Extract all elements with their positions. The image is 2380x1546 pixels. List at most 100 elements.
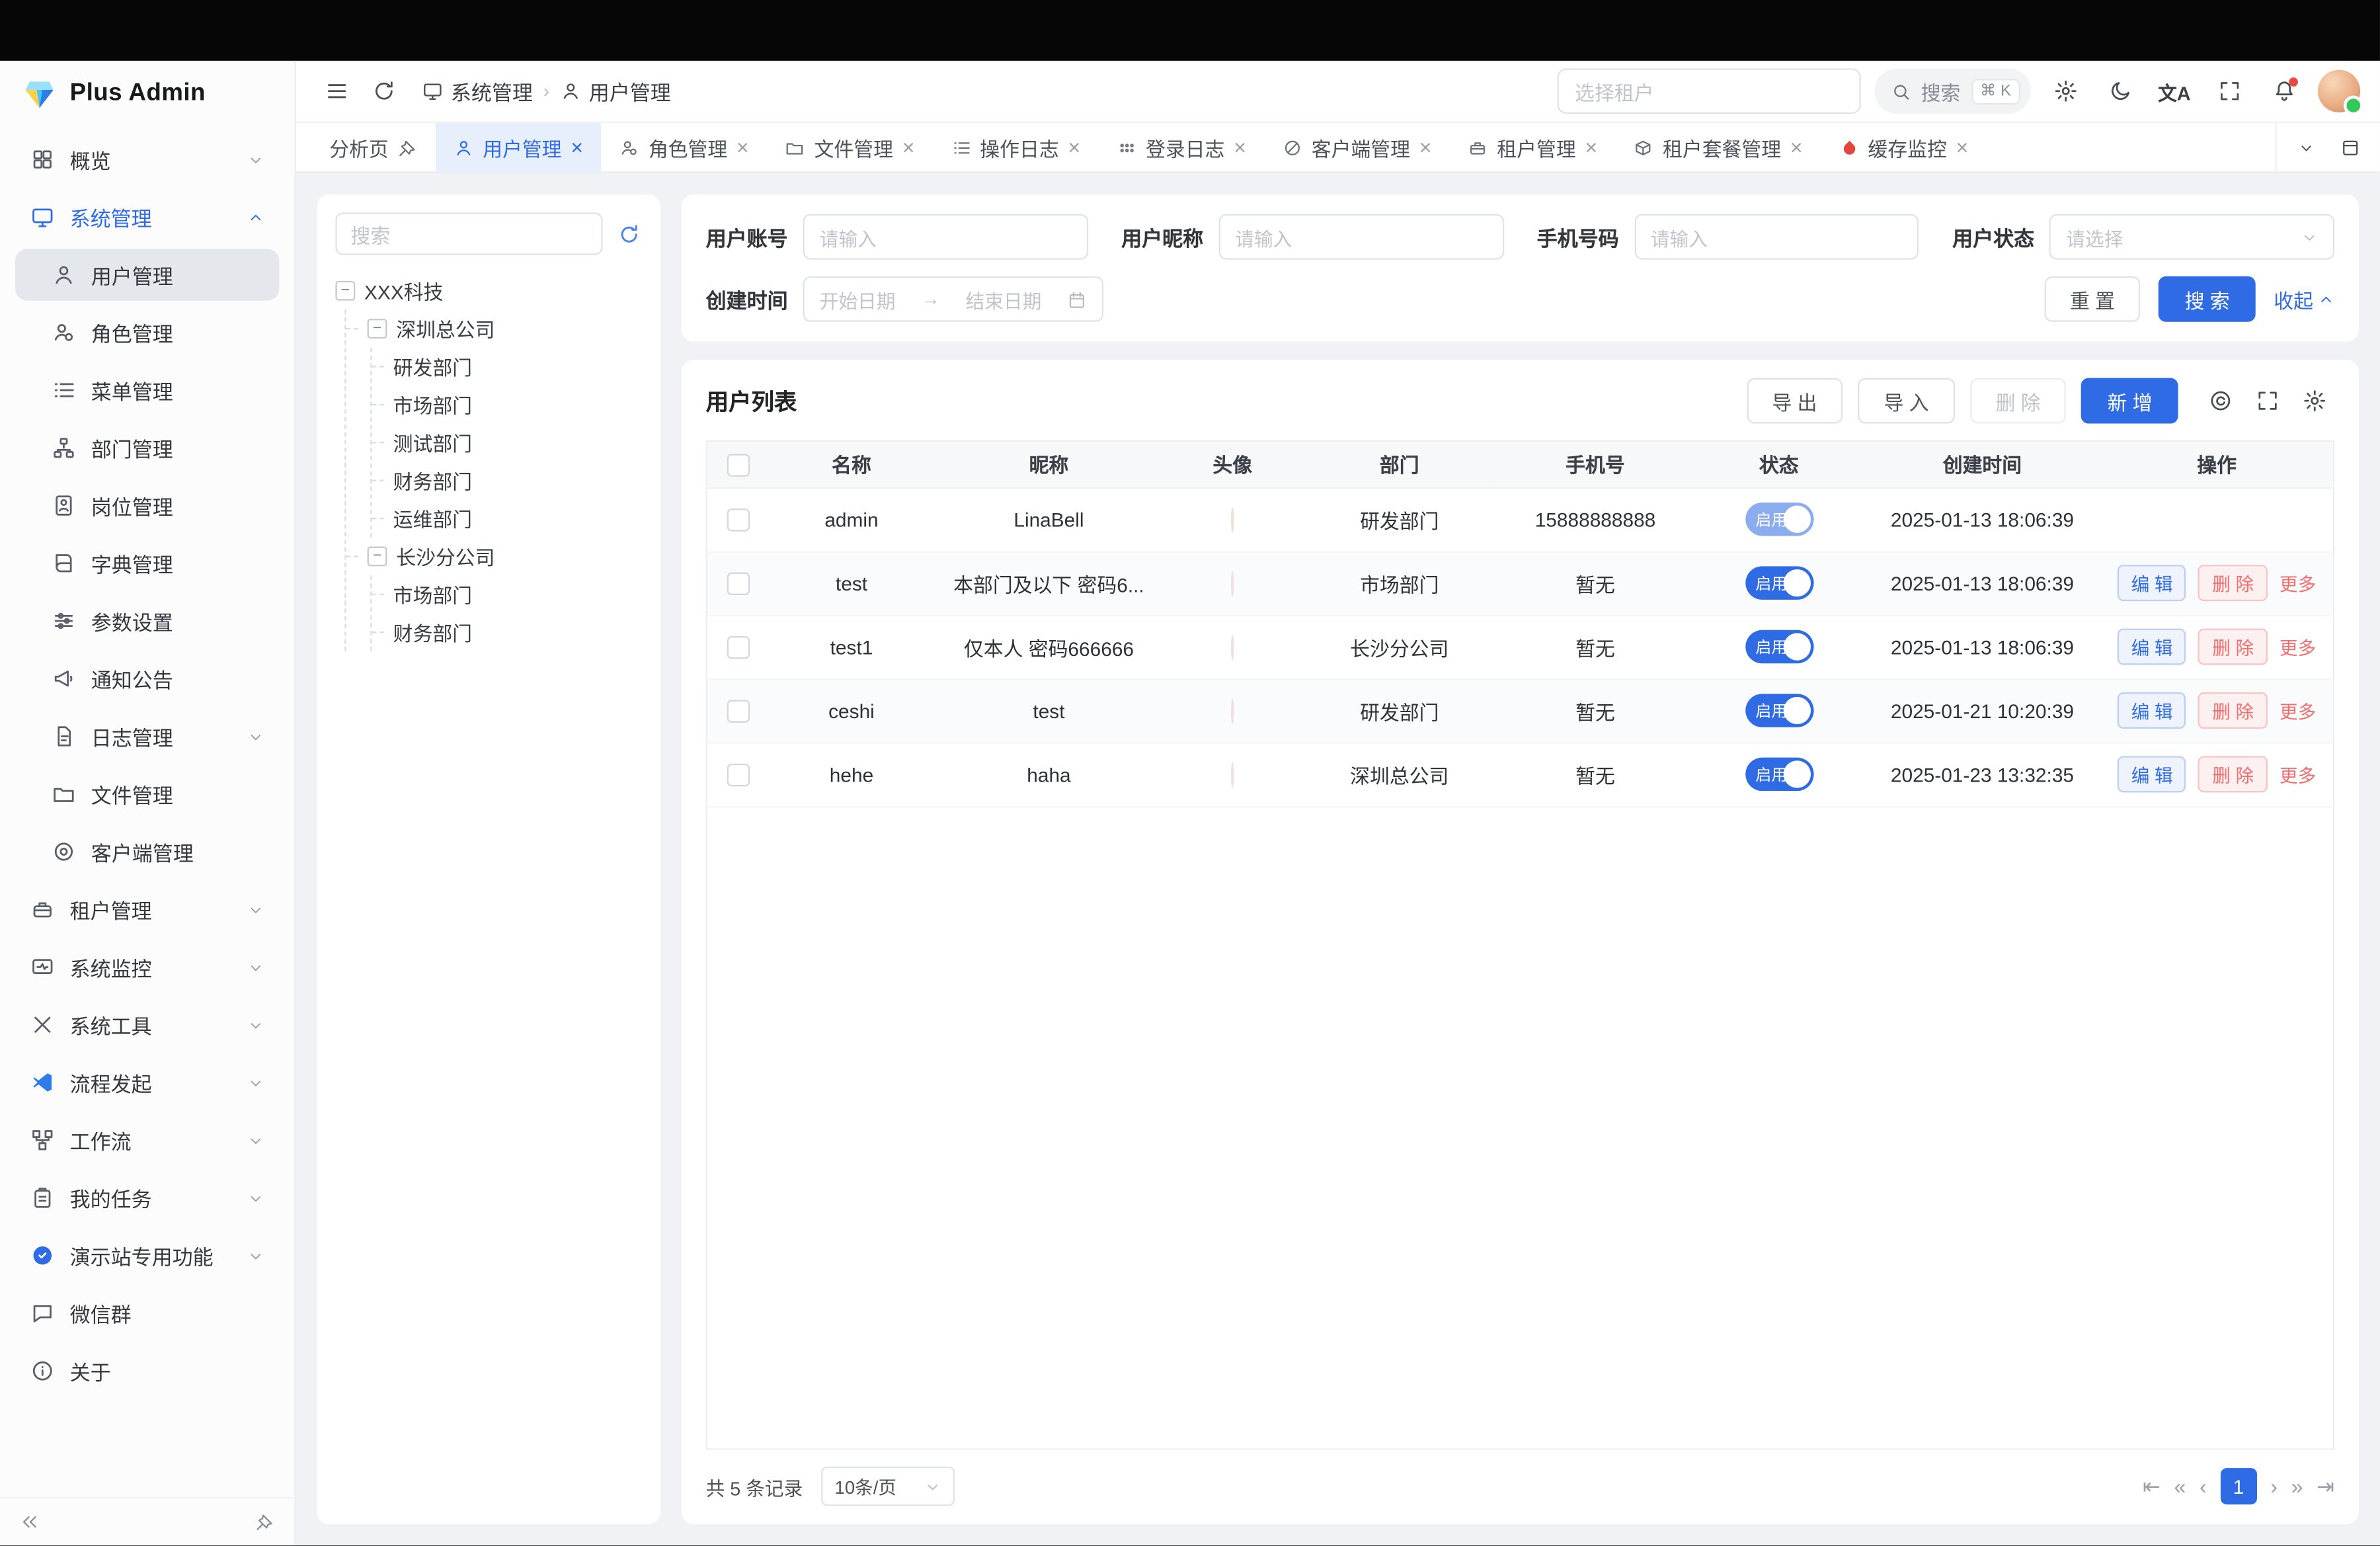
delete-row-button[interactable]: 删 除	[2199, 756, 2268, 792]
tab-tenants[interactable]: 租户管理 ×	[1450, 123, 1616, 171]
close-tab-icon[interactable]: ×	[736, 137, 749, 158]
nickname-input[interactable]: 请输入	[1218, 214, 1503, 260]
delete-row-button[interactable]: 删 除	[2199, 692, 2268, 729]
delete-button[interactable]: 删 除	[1970, 378, 2067, 424]
sidebar-item-posts[interactable]: 岗位管理	[15, 480, 279, 532]
row-checkbox[interactable]	[727, 764, 749, 786]
table-refresh-icon[interactable]	[2200, 380, 2241, 421]
close-tab-icon[interactable]: ×	[1585, 137, 1597, 158]
tab-tenant-packages[interactable]: 租户套餐管理 ×	[1616, 123, 1821, 171]
pin-sidebar-icon[interactable]	[255, 1512, 275, 1532]
status-toggle[interactable]: 启用	[1745, 503, 1813, 536]
breadcrumb-item-system[interactable]: 系统管理	[422, 76, 533, 106]
sidebar-item-demo-features[interactable]: 演示站专用功能	[15, 1230, 279, 1282]
sidebar-item-clients[interactable]: 客户端管理	[15, 826, 279, 877]
table-fullscreen-icon[interactable]	[2246, 380, 2287, 421]
reset-button[interactable]: 重 置	[2044, 276, 2141, 322]
fullscreen-icon[interactable]	[2209, 71, 2250, 112]
tab-analysis[interactable]: 分析页	[311, 123, 436, 171]
tree-node[interactable]: 研发部门	[387, 348, 642, 386]
sidebar-item-departments[interactable]: 部门管理	[15, 422, 279, 473]
tree-node[interactable]: 测试部门	[387, 424, 642, 462]
page-size-select[interactable]: 10条/页	[821, 1467, 955, 1506]
tree-node[interactable]: − XXX科技	[335, 272, 642, 309]
breadcrumb-item-users[interactable]: 用户管理	[560, 76, 671, 106]
sidebar-item-workflow[interactable]: 工作流	[15, 1114, 279, 1166]
select-all-checkbox[interactable]	[727, 454, 749, 476]
tab-login-logs[interactable]: 登录日志 ×	[1099, 123, 1265, 171]
sidebar-item-system[interactable]: 系统管理	[15, 191, 279, 243]
sidebar-item-roles[interactable]: 角色管理	[15, 307, 279, 358]
row-checkbox[interactable]	[727, 509, 749, 531]
current-page[interactable]: 1	[2220, 1468, 2256, 1504]
edit-button[interactable]: 编 辑	[2118, 692, 2186, 729]
add-button[interactable]: 新 增	[2082, 378, 2178, 424]
sidebar-item-dictionary[interactable]: 字典管理	[15, 538, 279, 589]
collapse-filter-link[interactable]: 收起	[2274, 284, 2334, 313]
tab-roles[interactable]: 角色管理 ×	[602, 123, 768, 171]
sidebar-item-monitoring[interactable]: 系统监控	[15, 941, 279, 993]
more-actions-link[interactable]: 更多	[2280, 634, 2316, 660]
tab-operation-logs[interactable]: 操作日志 ×	[933, 123, 1099, 171]
tab-users[interactable]: 用户管理 ×	[436, 123, 602, 171]
user-avatar[interactable]	[2318, 70, 2360, 112]
table-settings-gear-icon[interactable]	[2293, 380, 2334, 421]
tree-node[interactable]: 运维部门	[387, 499, 642, 537]
sidebar-item-announcements[interactable]: 通知公告	[15, 653, 279, 704]
last-page-icon[interactable]: ⇥	[2317, 1473, 2334, 1499]
collapse-sidebar-icon[interactable]	[20, 1512, 40, 1532]
status-toggle[interactable]: 启用	[1745, 758, 1813, 792]
tabbar-fullscreen-icon[interactable]	[2330, 127, 2371, 168]
search-button[interactable]: 搜 索	[2159, 276, 2256, 322]
close-tab-icon[interactable]: ×	[1419, 137, 1432, 158]
close-tab-icon[interactable]: ×	[1956, 137, 1969, 158]
account-input[interactable]: 请输入	[803, 214, 1088, 260]
first-page-icon[interactable]: ⇤	[2143, 1473, 2161, 1499]
export-button[interactable]: 导 出	[1746, 378, 1843, 424]
row-checkbox[interactable]	[727, 636, 749, 659]
import-button[interactable]: 导 入	[1858, 378, 1954, 424]
more-actions-link[interactable]: 更多	[2280, 761, 2316, 787]
collapse-node-icon[interactable]: −	[335, 281, 355, 301]
edit-button[interactable]: 编 辑	[2118, 629, 2186, 665]
next-page-icon[interactable]: ›	[2270, 1474, 2278, 1498]
collapse-node-icon[interactable]: −	[368, 319, 387, 339]
status-toggle[interactable]: 启用	[1745, 630, 1813, 664]
pin-icon[interactable]	[398, 138, 418, 157]
sidebar-item-overview[interactable]: 概览	[15, 134, 279, 185]
status-select[interactable]: 请选择	[2049, 214, 2334, 260]
edit-button[interactable]: 编 辑	[2118, 756, 2186, 792]
delete-row-button[interactable]: 删 除	[2199, 565, 2268, 601]
tenant-select-input[interactable]: 选择租户	[1557, 68, 1860, 114]
tree-node[interactable]: − 长沙分公司	[361, 538, 642, 575]
tree-node[interactable]: 市场部门	[387, 386, 642, 423]
tab-list-chevron-icon[interactable]	[2286, 127, 2327, 168]
sidebar-item-menus[interactable]: 菜单管理	[15, 364, 279, 416]
sidebar-item-files[interactable]: 文件管理	[15, 768, 279, 820]
sidebar-item-tools[interactable]: 系统工具	[15, 999, 279, 1051]
hamburger-menu-icon[interactable]	[316, 71, 357, 112]
close-tab-icon[interactable]: ×	[571, 137, 583, 158]
edit-button[interactable]: 编 辑	[2118, 565, 2186, 601]
close-tab-icon[interactable]: ×	[1234, 137, 1246, 158]
row-checkbox[interactable]	[727, 700, 749, 722]
sidebar-item-wechat-group[interactable]: 微信群	[15, 1287, 279, 1339]
refresh-page-icon[interactable]	[363, 71, 404, 112]
close-tab-icon[interactable]: ×	[1790, 137, 1803, 158]
global-search-button[interactable]: 搜索 ⌘ K	[1874, 68, 2030, 114]
phone-input[interactable]: 请输入	[1634, 214, 1919, 260]
sidebar-item-parameters[interactable]: 参数设置	[15, 595, 279, 647]
prev-page-icon[interactable]: ‹	[2200, 1474, 2207, 1498]
tab-cache-monitor[interactable]: 缓存监控 ×	[1821, 123, 1987, 171]
close-tab-icon[interactable]: ×	[902, 137, 915, 158]
date-range-input[interactable]: 开始日期 → 结束日期	[803, 276, 1104, 322]
translate-icon[interactable]: 文A	[2154, 71, 2195, 112]
tree-refresh-icon[interactable]	[616, 221, 642, 247]
sidebar-item-logs[interactable]: 日志管理	[15, 710, 279, 762]
more-actions-link[interactable]: 更多	[2280, 698, 2316, 723]
tab-files[interactable]: 文件管理 ×	[767, 123, 933, 171]
sidebar-item-about[interactable]: 关于	[15, 1345, 279, 1397]
sidebar-item-my-tasks[interactable]: 我的任务	[15, 1172, 279, 1223]
delete-row-button[interactable]: 删 除	[2199, 629, 2268, 665]
collapse-node-icon[interactable]: −	[368, 547, 387, 567]
